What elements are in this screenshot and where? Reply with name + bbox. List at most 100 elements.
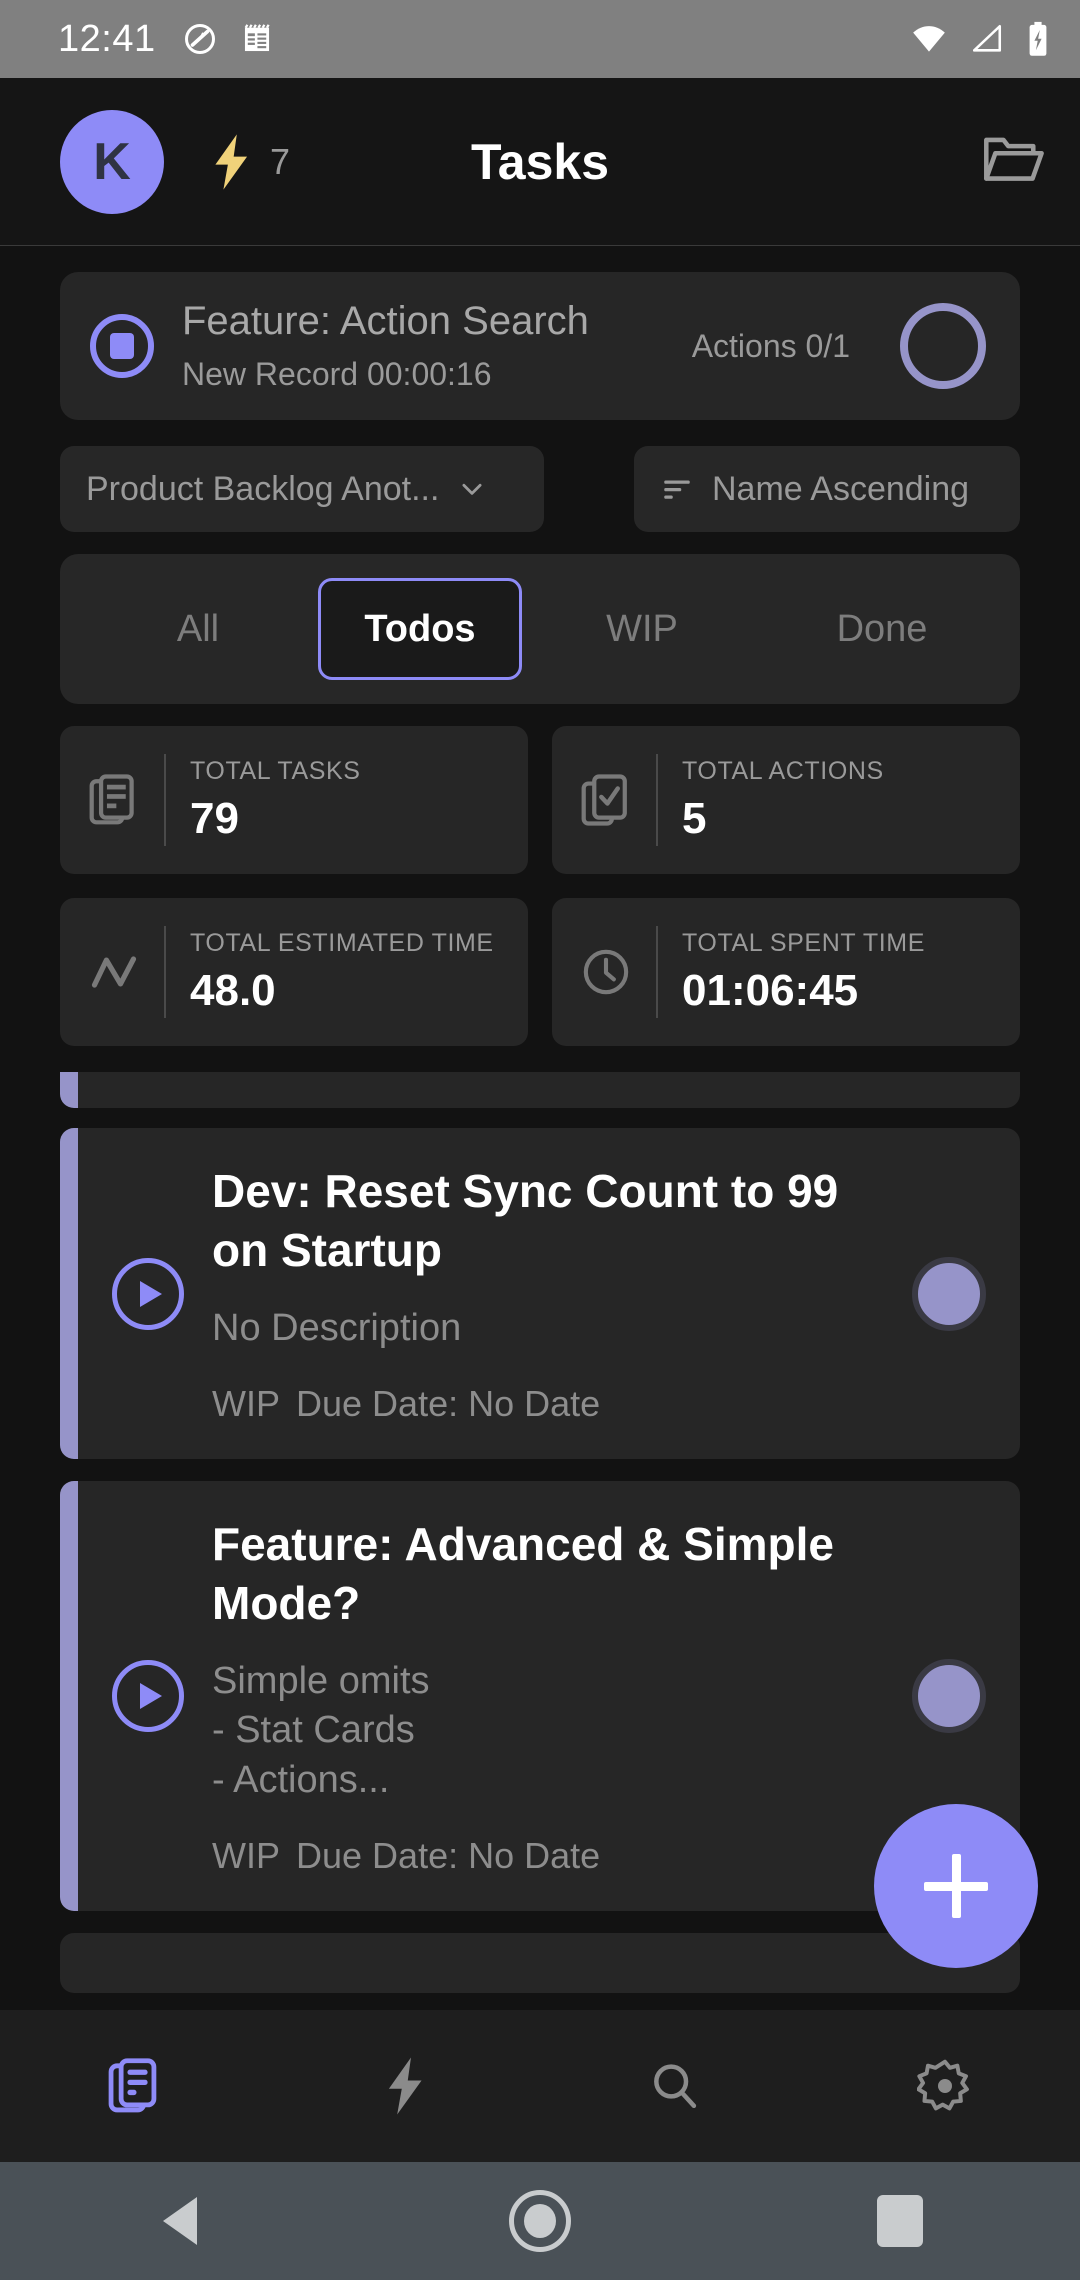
active-timer-actions-progress: 0/1 — [805, 327, 850, 364]
stat-card-total-actions[interactable]: TOTAL ACTIONS 5 — [552, 726, 1020, 874]
task-status: WIP — [212, 1835, 280, 1877]
sort-label: Name Ascending — [712, 469, 970, 508]
folder-open-button[interactable] — [982, 131, 1044, 192]
list-item[interactable]: Dev: Reset Sync Count to 99 on Startup N… — [60, 1128, 1020, 1460]
stat-card-total-tasks[interactable]: TOTAL TASKS 79 — [60, 726, 528, 874]
lightning-bolt-icon — [215, 133, 248, 190]
nav-item-search[interactable] — [540, 2010, 810, 2162]
stat-card-total-spent-time[interactable]: TOTAL SPENT TIME 01:06:45 — [552, 898, 1020, 1046]
task-meta: WIP Due Date: No Date — [212, 1383, 886, 1425]
clock-icon — [583, 949, 629, 995]
back-icon — [163, 2197, 197, 2245]
stat-value: 5 — [682, 793, 707, 843]
recents-icon — [877, 2195, 923, 2247]
nav-item-actions[interactable] — [270, 2010, 540, 2162]
documents-icon — [89, 774, 134, 825]
list-item[interactable] — [60, 1933, 1020, 1994]
task-description: No Description — [212, 1306, 462, 1349]
lightning-bolt-icon — [388, 2057, 422, 2115]
project-filter-dropdown[interactable]: Product Backlog Anot... — [60, 446, 544, 532]
streak-count: 7 — [270, 140, 291, 182]
cell-signal-icon — [972, 24, 1002, 52]
stat-card-grid: TOTAL TASKS 79 TOTAL ACTIONS 5 TOTAL EST… — [60, 726, 1020, 1046]
tab-todos[interactable]: Todos — [318, 578, 522, 680]
bottom-navigation-bar — [0, 2010, 1080, 2162]
battery-charging-icon — [1029, 21, 1047, 56]
task-meta: WIP Due Date: No Date — [212, 1835, 886, 1877]
app-bar: K 7 Tasks — [0, 78, 1080, 246]
calendar-icon — [244, 24, 270, 52]
active-timer-elapsed: 00:00:16 — [366, 356, 492, 392]
stat-value: 01:06:45 — [682, 965, 859, 1015]
stat-divider — [656, 754, 658, 846]
system-back-button[interactable] — [0, 2197, 360, 2245]
gear-icon — [917, 2059, 969, 2111]
status-bar-system-icons — [910, 21, 1050, 57]
wifi-icon — [913, 26, 945, 52]
stat-label: TOTAL ESTIMATED TIME — [190, 928, 494, 957]
task-due: Due Date: No Date — [296, 1383, 601, 1425]
tab-all[interactable]: All — [78, 578, 318, 680]
status-tab-bar: All Todos WIP Done — [60, 554, 1020, 704]
active-timer-record: New Record 00:00:16 — [182, 356, 664, 393]
stop-timer-button[interactable] — [90, 314, 154, 378]
system-recents-button[interactable] — [720, 2195, 1080, 2247]
active-timer-actions-label: Actions — [691, 327, 797, 364]
system-status-bar: 12:41 — [0, 0, 1080, 78]
status-bar-clock: 12:41 — [58, 17, 156, 60]
active-timer-task-title: Feature: Action Search — [182, 299, 589, 343]
task-complete-toggle[interactable] — [912, 1659, 986, 1734]
search-icon — [654, 2064, 697, 2109]
sort-icon — [664, 480, 690, 499]
tasks-icon — [108, 2058, 157, 2113]
streak-indicator[interactable]: 7 — [208, 133, 290, 191]
home-icon — [509, 2190, 571, 2252]
task-accent-stripe — [60, 1128, 78, 1460]
add-task-button[interactable] — [874, 1804, 1038, 1968]
active-timer-record-label: New Record — [182, 356, 359, 392]
main-content: Feature: Action Search New Record 00:00:… — [0, 246, 1080, 2010]
stat-value: 79 — [190, 793, 239, 843]
start-timer-button[interactable] — [112, 1660, 184, 1733]
task-title: Feature: Advanced & Simple Mode? — [212, 1518, 835, 1630]
active-timer-actions: Actions 0/1 — [692, 328, 850, 365]
play-circle-icon — [140, 1280, 162, 1307]
avatar[interactable]: K — [60, 109, 164, 214]
sort-button[interactable]: Name Ascending — [634, 446, 1020, 532]
phone-screen: 12:41 K 7 Tasks Feature: Action Search N… — [0, 0, 1080, 2280]
stat-divider — [164, 926, 166, 1018]
nav-item-tasks[interactable] — [0, 2010, 270, 2162]
stat-label: TOTAL TASKS — [190, 756, 361, 785]
stat-label: TOTAL ACTIONS — [682, 756, 884, 785]
nav-item-settings[interactable] — [810, 2010, 1080, 2162]
stat-label: TOTAL SPENT TIME — [682, 928, 925, 957]
android-system-nav — [0, 2162, 1080, 2280]
tab-done[interactable]: Done — [762, 578, 1002, 680]
task-complete-toggle[interactable] — [912, 1256, 986, 1331]
clipped-task-card-region: WIPDue Date: No Date — [60, 1046, 1020, 1108]
active-timer-progress-ring[interactable] — [900, 303, 986, 389]
plus-icon-vertical — [951, 1854, 961, 1918]
stat-value: 48.0 — [190, 965, 276, 1015]
do-not-disturb-icon — [184, 24, 215, 54]
system-home-button[interactable] — [360, 2190, 720, 2252]
stop-circle-icon — [110, 333, 134, 359]
chevron-down-icon — [462, 483, 482, 495]
active-timer-card[interactable]: Feature: Action Search New Record 00:00:… — [60, 272, 1020, 420]
status-bar-notification-icons — [182, 21, 274, 57]
start-timer-button[interactable] — [112, 1257, 184, 1330]
checklist-icon — [581, 774, 627, 826]
stat-card-total-estimated-time[interactable]: TOTAL ESTIMATED TIME 48.0 — [60, 898, 528, 1046]
stat-divider — [656, 926, 658, 1018]
task-due: Due Date: No Date — [296, 1835, 601, 1877]
play-circle-icon — [140, 1683, 162, 1710]
task-description: Simple omits - Stat Cards - Actions... — [212, 1659, 430, 1801]
scroll-fade-overlay — [60, 1046, 1020, 1072]
list-item[interactable]: Feature: Advanced & Simple Mode? Simple … — [60, 1481, 1020, 1912]
stat-divider — [164, 754, 166, 846]
filter-row: Product Backlog Anot... Name Ascending — [60, 446, 1020, 532]
task-accent-stripe — [60, 1481, 78, 1912]
tab-wip[interactable]: WIP — [522, 578, 762, 680]
project-filter-label: Product Backlog Anot... — [86, 469, 440, 508]
active-timer-info: Feature: Action Search New Record 00:00:… — [182, 299, 664, 393]
